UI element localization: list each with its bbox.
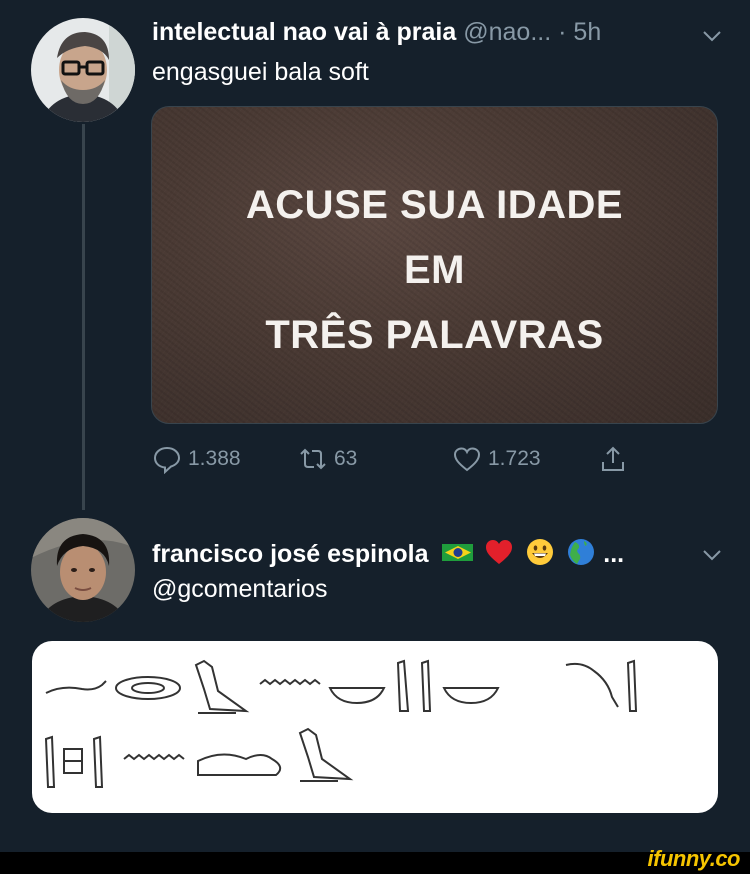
tweet1-text: engasguei bala soft xyxy=(152,58,369,86)
water-glyph-2 xyxy=(123,753,185,761)
hieroglyph-image[interactable] xyxy=(32,641,718,813)
tweet1-display-name[interactable]: intelectual nao vai à praia xyxy=(152,18,456,46)
grinning-face-icon xyxy=(527,539,554,565)
tweet2-header: francisco josé espinola ... xyxy=(152,537,624,569)
vulture-glyph xyxy=(194,659,250,713)
water-glyph xyxy=(259,678,321,686)
tweet1-handle[interactable]: @nao... xyxy=(463,18,551,46)
reply-icon xyxy=(153,446,181,474)
tweet2-handle[interactable]: @gcomentarios xyxy=(152,575,327,604)
retweet-icon xyxy=(300,448,326,470)
snake-glyph xyxy=(45,680,107,694)
mouth-glyph xyxy=(115,676,181,700)
horned-viper-glyph xyxy=(565,662,619,708)
image-line-3: TRÊS PALAVRAS xyxy=(265,313,604,357)
retweet-button[interactable]: 63 xyxy=(298,444,357,474)
tweet1-actions: 1.388 63 1.723 xyxy=(150,444,650,476)
ifunny-watermark: ifunny.co xyxy=(647,846,741,871)
tweet2-chevron-down-icon[interactable] xyxy=(700,543,724,567)
hieroglyph-glyphs xyxy=(44,659,638,788)
vulture-glyph-2 xyxy=(298,727,354,781)
footer-bar xyxy=(0,852,750,874)
share-icon xyxy=(602,446,624,471)
tweet2-name-ellipsis: ... xyxy=(603,540,625,568)
avatar-intelectual[interactable] xyxy=(31,18,135,122)
like-button[interactable]: 1.723 xyxy=(452,444,541,474)
image-line-1: ACUSE SUA IDADE xyxy=(245,183,624,227)
lion-glyph xyxy=(197,753,282,776)
tweet1-time[interactable]: · 5h xyxy=(558,18,601,46)
brazil-flag-icon xyxy=(442,544,474,561)
like-count: 1.723 xyxy=(488,447,541,470)
tweet2-display-name[interactable]: francisco josé espinola xyxy=(152,540,429,568)
reed-glyph-2 xyxy=(420,659,432,712)
heart-icon xyxy=(453,447,481,472)
image-line-2: EM xyxy=(404,248,465,292)
reed-glyph-5 xyxy=(92,735,104,788)
basket-glyph-2 xyxy=(442,687,500,705)
thread-line xyxy=(82,124,85,510)
reply-count: 1.388 xyxy=(188,447,241,470)
tweet1-image[interactable]: ACUSE SUA IDADE EM TRÊS PALAVRAS xyxy=(151,106,718,424)
tweet1-chevron-down-icon[interactable] xyxy=(700,24,724,48)
reed-glyph-1 xyxy=(396,659,410,712)
tweet1-header: intelectual nao vai à praia @nao... · 5h xyxy=(152,18,601,47)
reed-glyph-4 xyxy=(44,735,56,788)
globe-americas-icon xyxy=(568,539,595,565)
share-button[interactable] xyxy=(598,444,628,474)
reply-button[interactable]: 1.388 xyxy=(152,444,241,474)
red-heart-icon xyxy=(486,540,513,564)
avatar-francisco[interactable] xyxy=(31,518,135,622)
retweet-count: 63 xyxy=(334,447,358,470)
basket-glyph xyxy=(328,687,386,705)
reed-glyph-3 xyxy=(626,659,638,712)
